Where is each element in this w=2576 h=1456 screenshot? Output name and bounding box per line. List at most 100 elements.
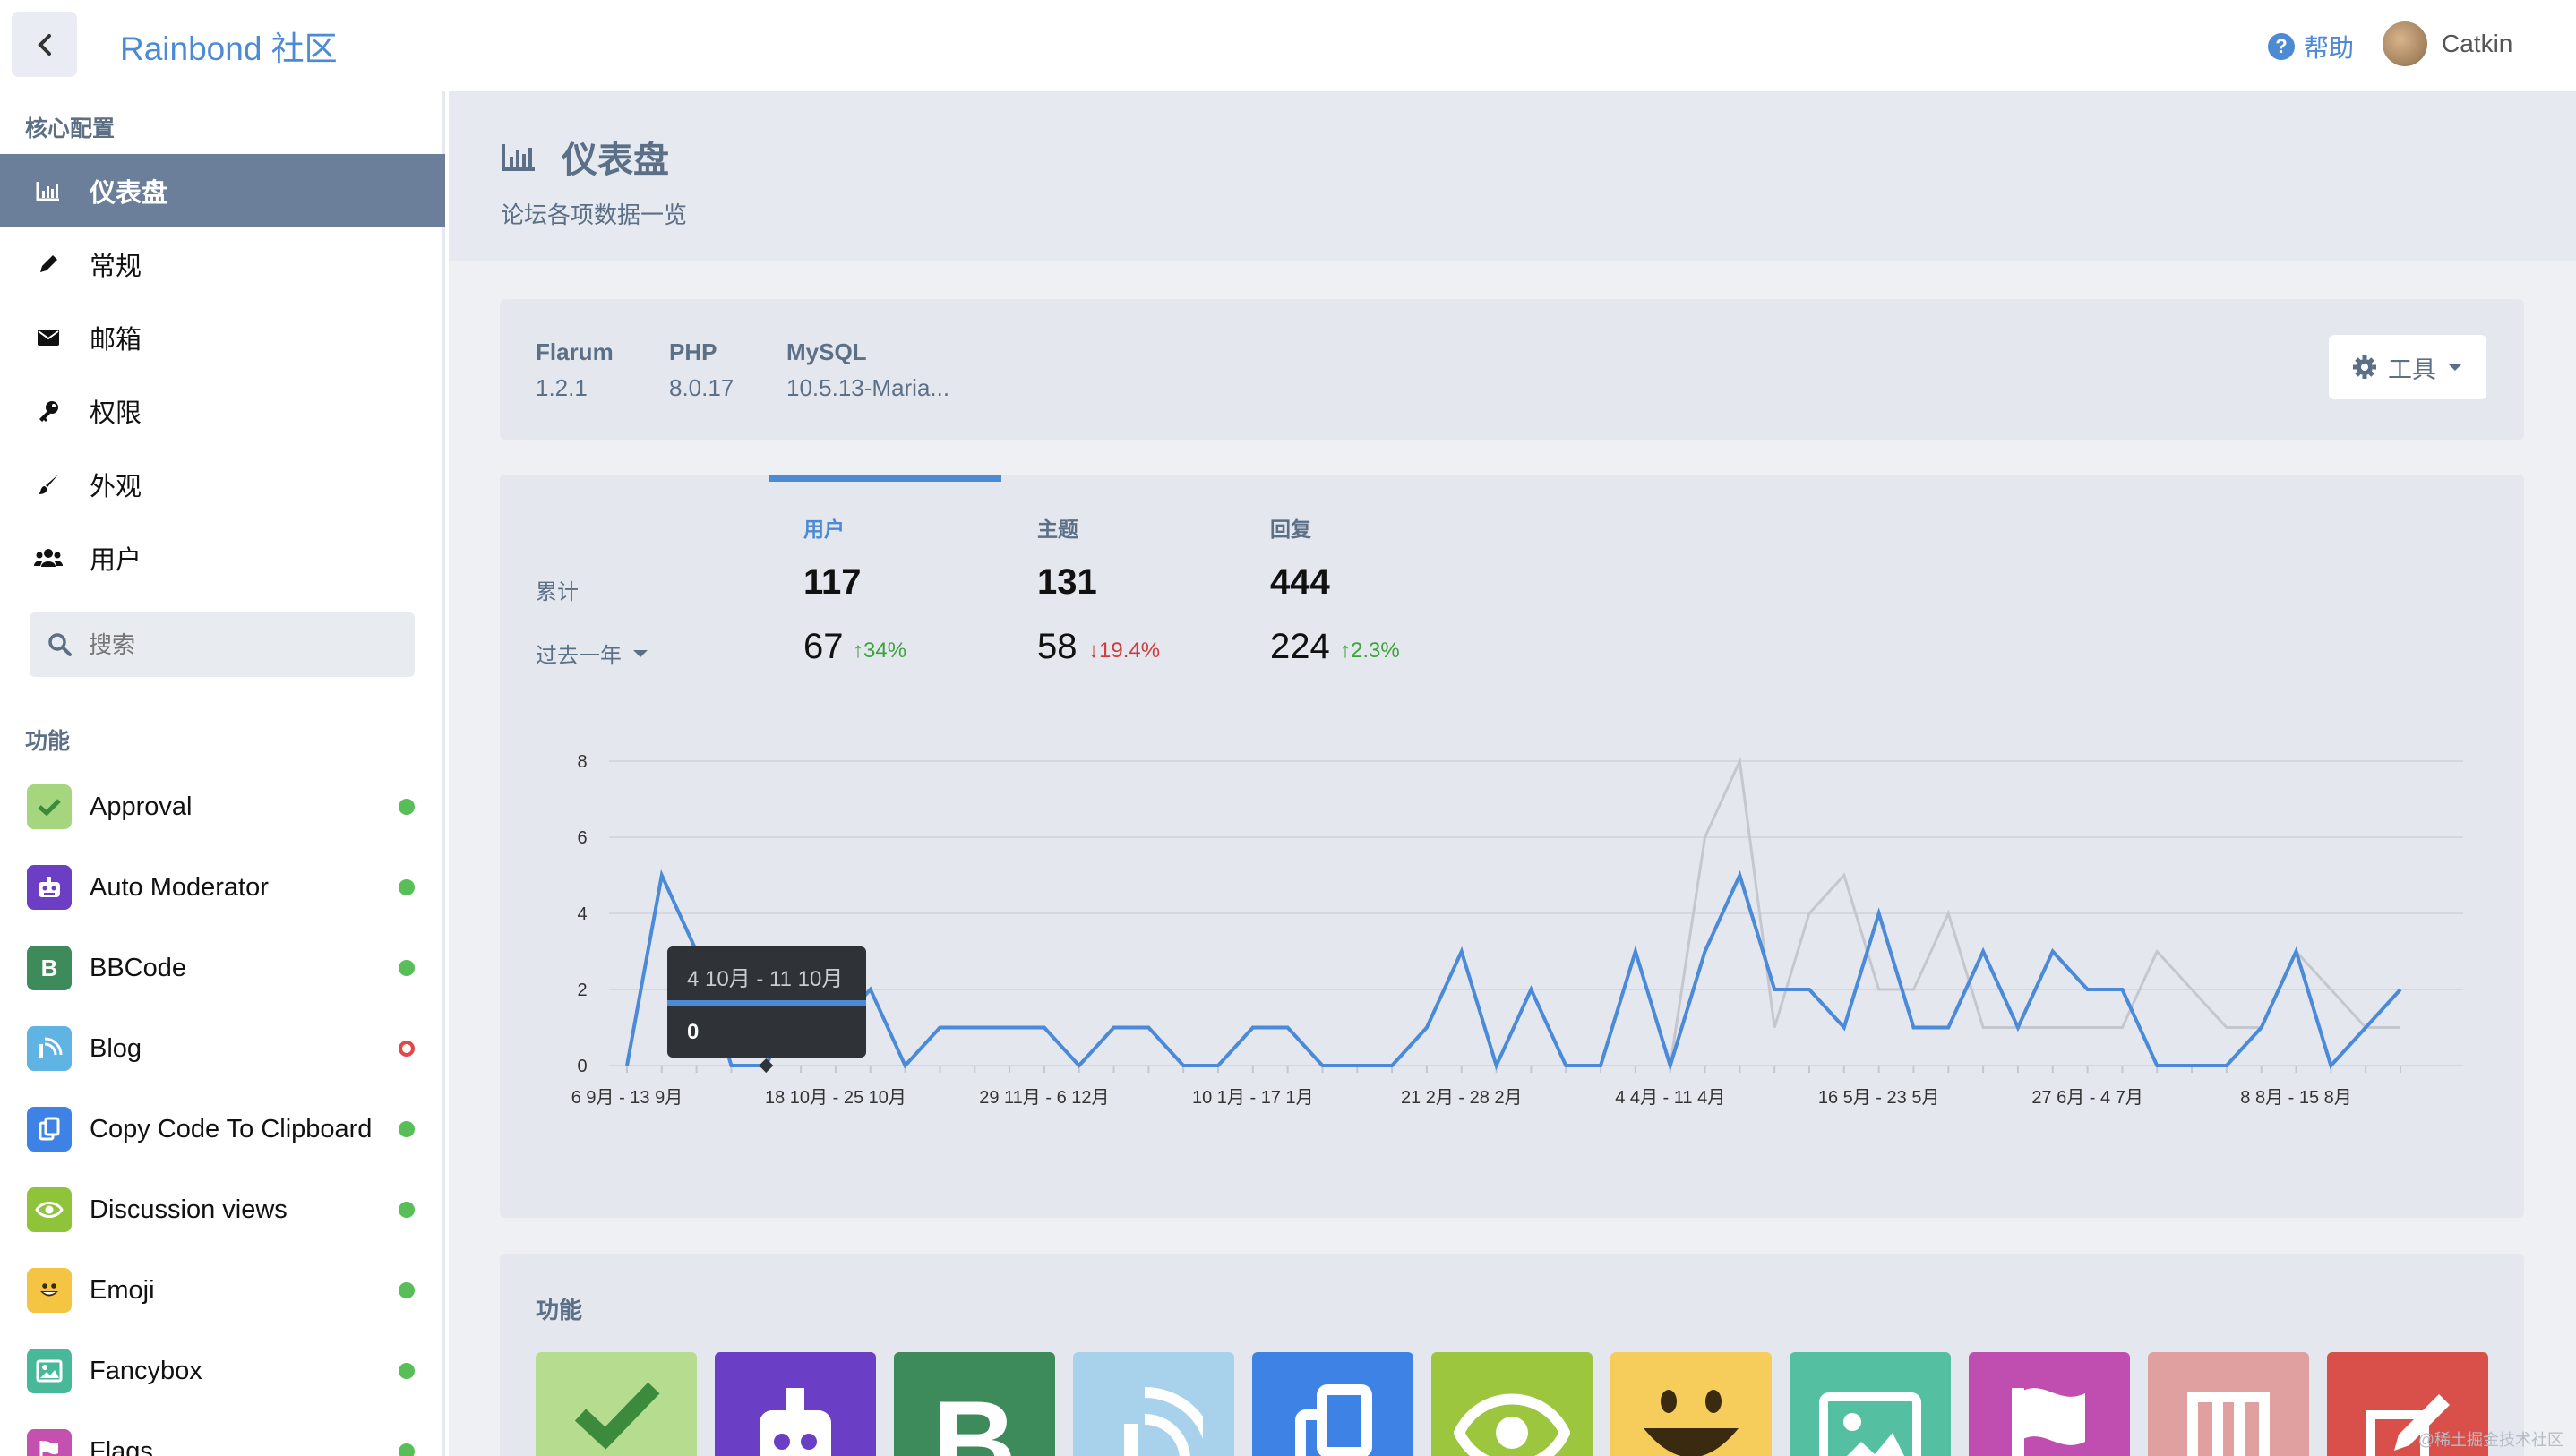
site-title[interactable]: Rainbond 社区 bbox=[120, 21, 338, 70]
y-tick-label: 8 bbox=[577, 752, 587, 772]
search-icon bbox=[48, 633, 72, 656]
posts-period: 224 bbox=[1270, 627, 1330, 666]
tooltip-value: 0 bbox=[687, 1020, 700, 1044]
features-heading: 功能 bbox=[25, 729, 71, 754]
tab-posts[interactable]: 回复 bbox=[1270, 512, 1311, 543]
bar-chart-icon bbox=[34, 180, 63, 201]
extension-item-bbcode[interactable]: B BBCode bbox=[0, 928, 445, 1008]
users-icon bbox=[34, 547, 63, 569]
user-menu[interactable]: Catkin bbox=[2383, 21, 2512, 66]
version-name: PHP bbox=[669, 338, 717, 365]
version-value: 1.2.1 bbox=[536, 374, 588, 401]
extension-item-emoji[interactable]: Emoji bbox=[0, 1250, 445, 1331]
active-tab-indicator bbox=[769, 475, 1001, 482]
tooltip-series-indicator bbox=[667, 1000, 866, 1006]
feature-tile-columns-icon[interactable] bbox=[2148, 1352, 2309, 1456]
extension-item-discussion-views[interactable]: Discussion views bbox=[0, 1169, 445, 1250]
x-tick-label: 10 1月 - 17 1月 bbox=[1192, 1088, 1314, 1108]
sidebar-search[interactable] bbox=[30, 612, 415, 677]
x-tick-label: 18 10月 - 25 10月 bbox=[765, 1088, 906, 1108]
sidebar-item-label: 用户 bbox=[90, 546, 142, 575]
key-icon bbox=[34, 399, 63, 423]
feature-tile-eye-icon[interactable] bbox=[1431, 1352, 1593, 1456]
discussions-delta-value: 19.4% bbox=[1099, 638, 1161, 663]
bar-chart-icon bbox=[502, 144, 535, 171]
x-tick-label: 21 2月 - 28 2月 bbox=[1401, 1088, 1523, 1108]
users-total: 117 bbox=[803, 562, 862, 602]
feature-tile-bold-b-icon[interactable]: B bbox=[894, 1352, 1055, 1456]
posts-delta: ↑2.3% bbox=[1340, 638, 1400, 663]
help-link[interactable]: ? 帮助 bbox=[2268, 29, 2354, 64]
sidebar-item-users[interactable]: 用户 bbox=[0, 521, 445, 595]
feature-tile-flag-icon[interactable] bbox=[1969, 1352, 2130, 1456]
gear-icon bbox=[2353, 355, 2376, 379]
extension-item-fancybox[interactable]: Fancybox bbox=[0, 1331, 445, 1411]
extension-item-copy-code[interactable]: Copy Code To Clipboard bbox=[0, 1089, 445, 1169]
feature-tile-robot-icon[interactable] bbox=[715, 1352, 876, 1456]
enabled-status-dot bbox=[399, 1363, 415, 1379]
page-title-text: 仪表盘 bbox=[562, 141, 669, 180]
enabled-status-dot bbox=[399, 1443, 415, 1456]
envelope-icon bbox=[34, 329, 63, 347]
help-label: 帮助 bbox=[2304, 34, 2355, 62]
tab-discussions[interactable]: 主题 bbox=[1037, 512, 1078, 543]
disabled-status-dot bbox=[399, 1041, 415, 1057]
extension-label: Emoji bbox=[90, 1275, 155, 1305]
check-icon bbox=[27, 784, 72, 829]
feature-tile-image-icon[interactable] bbox=[1790, 1352, 1951, 1456]
blog-feed-icon bbox=[27, 1026, 72, 1071]
version-value: 10.5.13-Maria... bbox=[786, 374, 950, 401]
period-selector[interactable]: 过去一年 bbox=[536, 638, 648, 669]
users-period: 67 bbox=[803, 627, 844, 666]
period-label: 过去一年 bbox=[536, 644, 622, 668]
user-name: Catkin bbox=[2442, 30, 2513, 57]
extension-label: Flags bbox=[90, 1436, 153, 1456]
sidebar-item-mail[interactable]: 邮箱 bbox=[0, 301, 445, 374]
extension-label: Fancybox bbox=[90, 1356, 202, 1385]
feature-tile-smile-icon[interactable] bbox=[1610, 1352, 1772, 1456]
search-input[interactable] bbox=[89, 630, 393, 659]
extension-label: Approval bbox=[90, 792, 193, 821]
flag-icon bbox=[27, 1429, 72, 1456]
enabled-status-dot bbox=[399, 960, 415, 976]
sidebar-item-permissions[interactable]: 权限 bbox=[0, 374, 445, 448]
pencil-icon bbox=[34, 253, 63, 276]
eye-icon bbox=[1454, 1393, 1570, 1456]
tools-dropdown-button[interactable]: 工具 bbox=[2329, 335, 2486, 399]
enabled-status-dot bbox=[399, 879, 415, 895]
x-tick-label: 16 5月 - 23 5月 bbox=[1818, 1088, 1940, 1108]
image-icon bbox=[27, 1349, 72, 1393]
extension-item-auto-moderator[interactable]: Auto Moderator bbox=[0, 847, 445, 928]
robot-icon bbox=[27, 865, 72, 910]
eye-icon bbox=[27, 1187, 72, 1232]
sidebar-item-dashboard[interactable]: 仪表盘 bbox=[0, 154, 445, 227]
extension-item-approval[interactable]: Approval bbox=[0, 767, 445, 847]
x-tick-label: 27 6月 - 4 7月 bbox=[2031, 1088, 2143, 1108]
tab-users[interactable]: 用户 bbox=[803, 512, 845, 543]
back-button[interactable] bbox=[12, 12, 77, 77]
feature-tile-copy-icon[interactable] bbox=[1252, 1352, 1413, 1456]
extension-label: Auto Moderator bbox=[90, 872, 269, 902]
tooltip-title: 4 10月 - 11 10月 bbox=[687, 967, 844, 991]
flag-icon bbox=[2012, 1388, 2085, 1456]
extension-label: BBCode bbox=[90, 953, 187, 982]
posts-total: 444 bbox=[1270, 562, 1330, 602]
x-tick-label: 29 11月 - 6 12月 bbox=[979, 1088, 1109, 1108]
feature-tile-blog-feed-icon[interactable] bbox=[1073, 1352, 1234, 1456]
sidebar-item-appearance[interactable]: 外观 bbox=[0, 448, 445, 521]
enabled-status-dot bbox=[399, 1121, 415, 1137]
y-tick-label: 6 bbox=[577, 828, 587, 848]
robot-icon bbox=[760, 1388, 831, 1456]
extension-label: Blog bbox=[90, 1033, 142, 1063]
y-tick-label: 0 bbox=[577, 1057, 587, 1076]
x-tick-label: 4 4月 - 11 4月 bbox=[1615, 1088, 1725, 1108]
series-line-current bbox=[625, 869, 2402, 1072]
sidebar-item-general[interactable]: 常规 bbox=[0, 227, 445, 301]
extension-item-flags[interactable]: Flags bbox=[0, 1411, 445, 1456]
top-header: Rainbond 社区 ? 帮助 Catkin bbox=[0, 0, 2576, 91]
columns-icon bbox=[2187, 1392, 2270, 1456]
discussions-period: 58 bbox=[1037, 627, 1078, 666]
feature-tile-check-icon[interactable] bbox=[536, 1352, 697, 1456]
extension-item-blog[interactable]: Blog bbox=[0, 1008, 445, 1089]
copy-icon bbox=[27, 1107, 72, 1152]
